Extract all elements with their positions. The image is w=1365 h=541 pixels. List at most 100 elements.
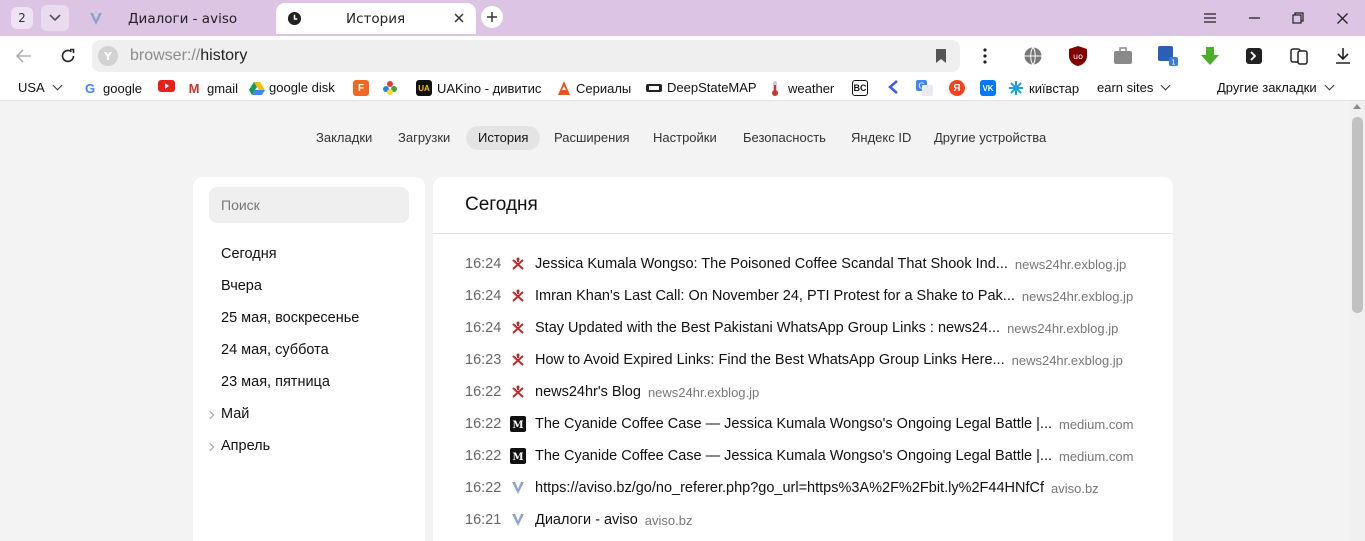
bookmark-usa-folder[interactable]: USA	[18, 80, 63, 95]
bookmark-vk[interactable]: VK	[980, 80, 1001, 96]
bookmark-google-disk[interactable]: google disk	[249, 80, 335, 95]
history-list-panel: Сегодня 16:24 Jessica Kumala Wongso: The…	[433, 177, 1173, 541]
nav-bookmarks[interactable]: Закладки	[304, 126, 384, 150]
bookmark-kyivstar[interactable]: київстар	[1008, 80, 1079, 96]
bookmark-icon[interactable]	[934, 48, 948, 64]
chevron-right-icon[interactable]	[205, 410, 215, 420]
history-entry[interactable]: 16:22 news24hr's Blog news24hr.exblog.jp	[465, 380, 1145, 404]
nav-other-devices[interactable]: Другие устройства	[922, 126, 1058, 150]
hamburger-icon	[1204, 13, 1216, 23]
briefcase-extension-button[interactable]	[1111, 44, 1135, 68]
entry-domain: aviso.bz	[1050, 480, 1099, 496]
bookmark-label: київстар	[1029, 80, 1080, 96]
history-entry[interactable]: 16:24 Jessica Kumala Wongso: The Poisone…	[465, 252, 1145, 276]
bookmark-weather[interactable]: weather	[770, 80, 834, 96]
close-window-button[interactable]	[1332, 8, 1352, 28]
history-entry[interactable]: 16:21 Диалоги - aviso aviso.bz	[465, 508, 1145, 532]
svg-text:uo: uo	[1073, 52, 1083, 61]
terminal-icon	[1246, 48, 1262, 64]
arrow-left-icon	[16, 49, 31, 63]
aviso-icon	[88, 11, 104, 27]
history-entry[interactable]: 16:22 M The Cyanide Coffee Case — Jessic…	[465, 444, 1145, 468]
scroll-up-arrow-icon[interactable]	[1353, 104, 1361, 109]
collections-button[interactable]	[1287, 44, 1311, 68]
date-item-may-24[interactable]: 24 мая, суббота	[221, 342, 329, 358]
bookmark-manager-extension-button[interactable]: 1	[1156, 44, 1180, 68]
entry-title: https://aviso.bz/go/no_referer.php?go_ur…	[535, 480, 1044, 496]
vpn-extension-button[interactable]	[1021, 44, 1045, 68]
bookmarks-bar: USA Ggoogle Mgmail google disk F UA UAKin…	[0, 76, 1365, 101]
date-item-today[interactable]: Сегодня	[221, 246, 277, 262]
history-search-input[interactable]	[209, 187, 409, 223]
minimize-button[interactable]	[1244, 8, 1264, 28]
bookmark-uakino[interactable]: UA UAKino - дивитис	[416, 80, 541, 96]
history-entry[interactable]: 16:22 M The Cyanide Coffee Case — Jessic…	[465, 412, 1145, 436]
bookmark-deepstatemap[interactable]: DeepStateMAP	[646, 80, 757, 95]
svg-text:M: M	[512, 452, 523, 463]
date-item-april[interactable]: Апрель	[221, 438, 270, 454]
downloads-button[interactable]	[1331, 44, 1355, 68]
bookmark-serialy[interactable]: Сериалы	[556, 80, 631, 96]
page-scrollbar[interactable]	[1350, 101, 1365, 541]
entry-domain: medium.com	[1059, 416, 1134, 432]
bookmark-google[interactable]: Ggoogle	[82, 80, 142, 96]
bookmark-flower[interactable]	[382, 80, 398, 96]
collections-icon	[1290, 48, 1308, 65]
ublock-extension-button[interactable]: uo	[1066, 44, 1090, 68]
entry-time: 16:21	[465, 512, 502, 528]
other-bookmarks-folder[interactable]: Другие закладки	[1217, 80, 1335, 95]
address-bar[interactable]: Y browser://history	[92, 40, 960, 72]
nav-history[interactable]: История	[466, 126, 541, 150]
exblog-icon	[510, 384, 526, 400]
date-item-may-23[interactable]: 23 мая, пятница	[221, 374, 330, 390]
restore-button[interactable]	[1288, 8, 1308, 28]
menu-button[interactable]	[1200, 8, 1220, 28]
tab-title: История	[346, 10, 406, 27]
close-icon[interactable]	[452, 11, 466, 25]
scrollbar-thumb[interactable]	[1352, 117, 1363, 313]
entry-domain: news24hr.exblog.jp	[1021, 288, 1134, 304]
back-button[interactable]	[12, 44, 36, 68]
tab-count-button[interactable]: 2	[11, 7, 33, 29]
nav-security[interactable]: Безопасность	[731, 126, 838, 150]
tab-history[interactable]: История	[276, 3, 476, 34]
bookmark-f-app[interactable]: F	[353, 80, 374, 96]
bookmark-gmail[interactable]: Mgmail	[186, 80, 239, 96]
history-entry[interactable]: 16:23 How to Avoid Expired Links: Find t…	[465, 348, 1145, 372]
bookmark-earn-sites-folder[interactable]: earn sites	[1097, 80, 1171, 95]
gmail-icon: M	[188, 80, 200, 96]
entry-domain: medium.com	[1059, 448, 1134, 464]
nav-extensions[interactable]: Расширения	[542, 126, 642, 150]
entry-title: Imran Khan's Last Call: On November 24, …	[535, 288, 1015, 304]
bookmark-translate[interactable]: G	[916, 80, 933, 96]
date-item-may-25[interactable]: 25 мая, воскресенье	[221, 310, 359, 326]
history-entry[interactable]: 16:24 Stay Updated with the Best Pakista…	[465, 316, 1145, 340]
download-extension-button[interactable]	[1198, 44, 1222, 68]
nav-settings[interactable]: Настройки	[641, 126, 729, 150]
translate-icon: G	[916, 80, 933, 96]
plus-icon	[487, 12, 497, 22]
bookmark-label: Сериалы	[576, 80, 632, 96]
bookmark-yandex[interactable]: Я	[949, 80, 970, 96]
bookmark-youtube[interactable]	[158, 80, 175, 92]
history-entry[interactable]: 16:24 Imran Khan's Last Call: On Novembe…	[465, 284, 1145, 308]
terminal-extension-button[interactable]	[1242, 44, 1266, 68]
tab-dialogi-aviso[interactable]: Диалоги - aviso	[78, 3, 268, 34]
url-text[interactable]: browser://history	[130, 47, 247, 65]
bookmark-arrow[interactable]	[887, 80, 899, 94]
yandex-browser-icon[interactable]: Y	[98, 46, 118, 66]
chevron-right-icon[interactable]	[205, 442, 215, 452]
nav-yandex-id[interactable]: Яндекс ID	[839, 126, 923, 150]
bookmark-bc[interactable]: BC	[852, 80, 873, 96]
nav-downloads[interactable]: Загрузки	[386, 126, 462, 150]
svg-text:M: M	[512, 420, 523, 431]
kyivstar-icon	[1009, 81, 1023, 95]
chevron-down-icon	[1324, 80, 1335, 91]
tab-list-button[interactable]	[41, 5, 69, 31]
history-entry[interactable]: 16:22 https://aviso.bz/go/no_referer.php…	[465, 476, 1145, 500]
reload-button[interactable]	[56, 44, 80, 68]
more-options-button[interactable]	[973, 44, 997, 68]
date-item-yesterday[interactable]: Вчера	[221, 278, 262, 294]
date-item-may[interactable]: Май	[221, 406, 249, 422]
new-tab-button[interactable]	[481, 6, 503, 28]
